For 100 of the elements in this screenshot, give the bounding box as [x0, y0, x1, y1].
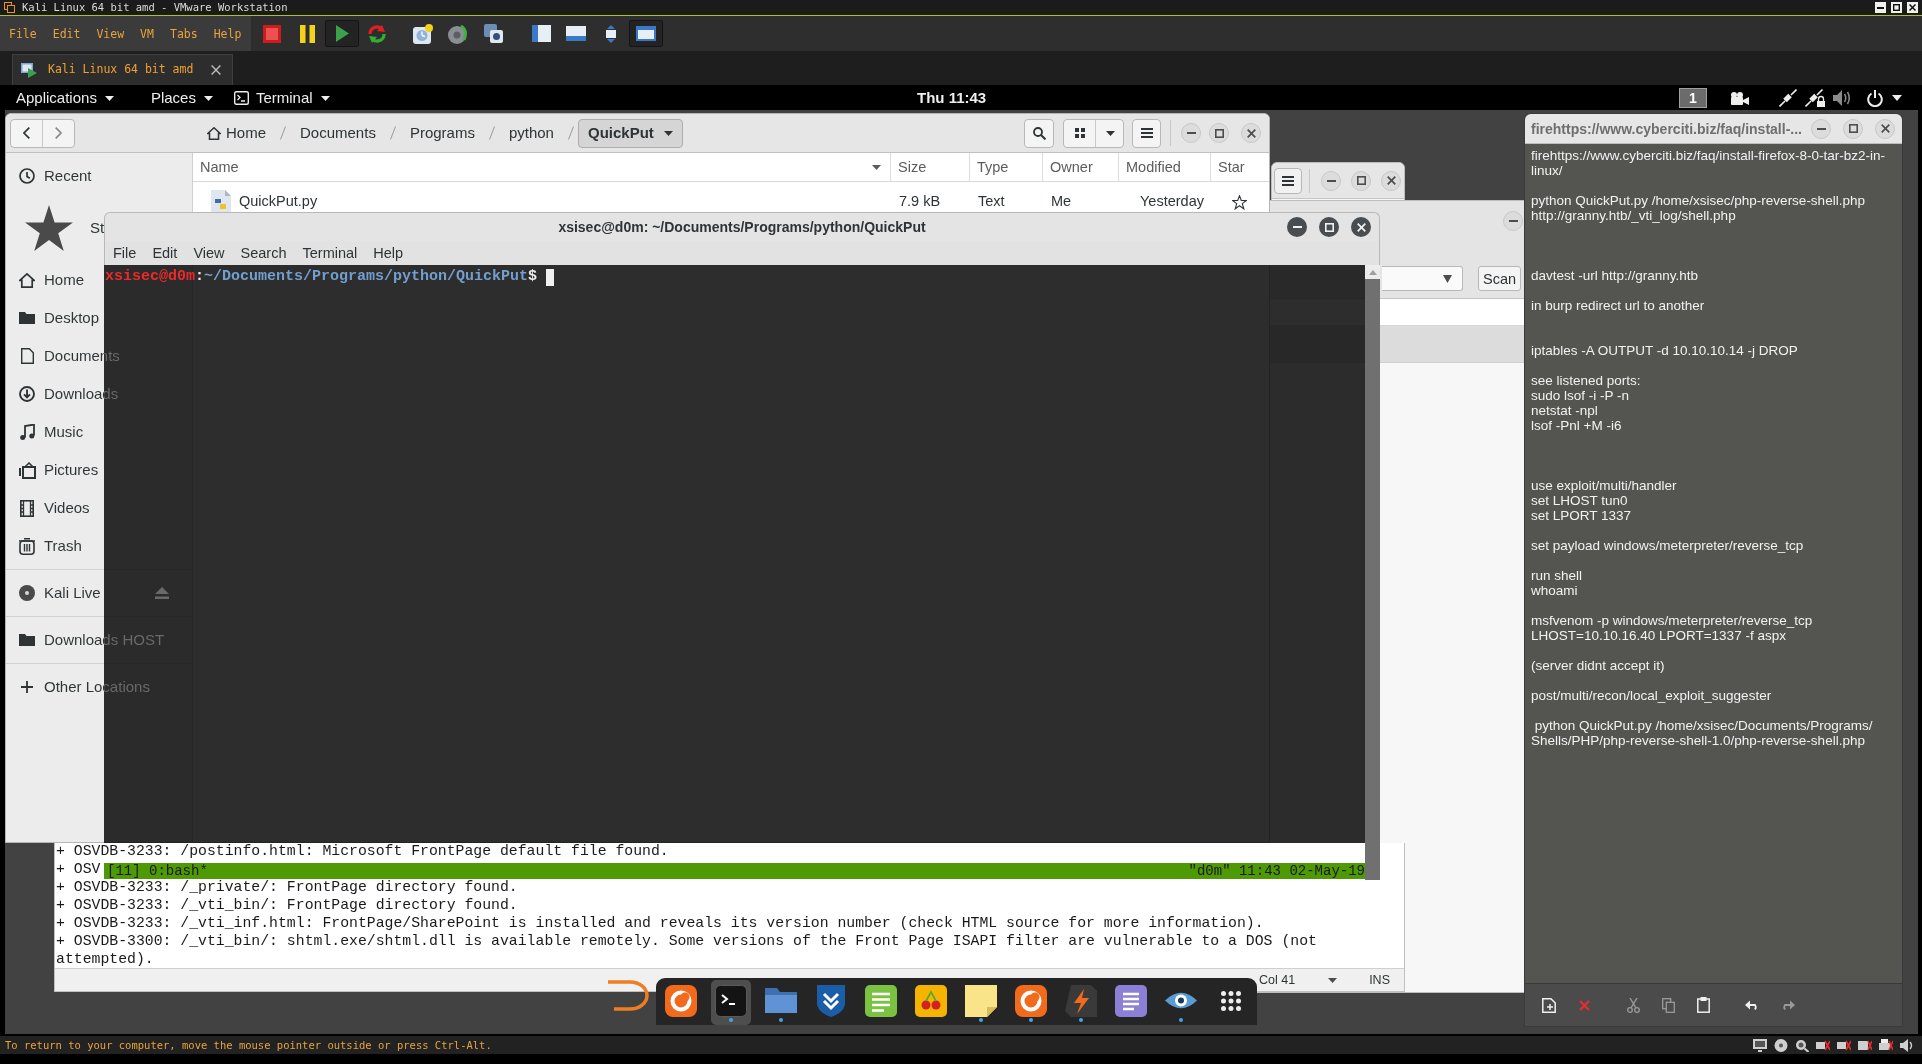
- menu-button[interactable]: [1132, 118, 1161, 148]
- monitor-icon[interactable]: [1753, 1038, 1767, 1052]
- minimize-button[interactable]: [1875, 2, 1886, 13]
- disc-icon[interactable]: [1774, 1038, 1788, 1052]
- status-text: [11] 0:bash*: [107, 863, 208, 879]
- menu-item[interactable]: Terminal: [296, 244, 364, 262]
- home-icon: [19, 272, 35, 288]
- clock-badge-icon: [413, 23, 433, 44]
- power-on-button[interactable]: [325, 20, 359, 47]
- crossed-device-icon[interactable]: [1858, 1038, 1872, 1052]
- menu-item[interactable]: File: [107, 244, 143, 262]
- clipboard-icon[interactable]: [1697, 997, 1710, 1013]
- close-button[interactable]: [1907, 2, 1918, 13]
- home-icon: [207, 126, 221, 140]
- column-header[interactable]: Size: [890, 153, 969, 182]
- menu-item[interactable]: Edit: [52, 26, 81, 41]
- path-crumb[interactable]: python: [498, 118, 564, 148]
- text-line: + OSV: [56, 862, 101, 876]
- menu-item[interactable]: Help: [367, 244, 410, 262]
- app-menu[interactable]: Terminal: [233, 86, 330, 110]
- search-button[interactable]: [1024, 118, 1054, 148]
- maximize-button[interactable]: [1891, 2, 1902, 13]
- column-header[interactable]: Type: [969, 153, 1042, 182]
- pause-icon: [299, 24, 315, 43]
- path-crumb[interactable]: Programs: [399, 118, 485, 148]
- close-button[interactable]: [1381, 170, 1401, 191]
- menu-item[interactable]: Edit: [146, 244, 184, 262]
- combo-field[interactable]: [1382, 266, 1463, 291]
- menu-item[interactable]: VM: [140, 26, 154, 41]
- minimize-button[interactable]: [1321, 170, 1341, 191]
- minimize-button[interactable]: [1811, 118, 1831, 139]
- stacked-squares-icon: [483, 24, 503, 43]
- minimize-button[interactable]: [1503, 211, 1523, 231]
- path-crumb[interactable]: QuickPut: [577, 118, 683, 148]
- star-outline-icon[interactable]: [1232, 194, 1247, 210]
- eject-icon[interactable]: [154, 587, 169, 599]
- magnifier-icon[interactable]: [1795, 1038, 1809, 1052]
- top-menu[interactable]: Places: [150, 86, 213, 110]
- clock[interactable]: Thu 11:43: [917, 89, 987, 107]
- caret-icon: [320, 95, 330, 101]
- minimize-button[interactable]: [1287, 217, 1307, 237]
- trash-icon: [19, 537, 35, 555]
- menu-item[interactable]: View: [96, 26, 125, 41]
- column-header[interactable]: Star: [1210, 153, 1269, 182]
- crossed-device-icon[interactable]: [1837, 1038, 1851, 1052]
- fullscreen-icon: [604, 24, 618, 43]
- unity-view-button[interactable]: [629, 20, 663, 47]
- speaker-icon[interactable]: [1900, 1038, 1914, 1052]
- maximize-icon: [1356, 176, 1366, 185]
- menu-button[interactable]: [1274, 167, 1302, 194]
- path-crumb[interactable]: Documents: [290, 118, 386, 148]
- music-note-icon: [19, 424, 35, 440]
- maximize-button[interactable]: [1351, 170, 1371, 191]
- scan-button[interactable]: Scan: [1478, 266, 1522, 291]
- close-icon[interactable]: [211, 65, 221, 75]
- menu-item[interactable]: File: [9, 26, 37, 41]
- table-cell-text: Me: [1050, 192, 1073, 212]
- caret-icon[interactable]: [1328, 977, 1338, 983]
- column-header[interactable]: Name: [193, 153, 890, 182]
- window-layout-icon: [636, 26, 656, 41]
- crossed-device-icon[interactable]: [1816, 1038, 1830, 1052]
- menu-item[interactable]: View: [187, 244, 231, 262]
- close-button[interactable]: [1241, 123, 1261, 143]
- monitor-play-icon: [21, 62, 37, 78]
- terminal-icon: [233, 91, 249, 105]
- path-separator: [488, 126, 495, 140]
- column-header[interactable]: Modified: [1118, 153, 1210, 182]
- workspace-indicator[interactable]: 1: [1679, 88, 1707, 108]
- minimize-button[interactable]: [1181, 123, 1201, 143]
- sidebar-item[interactable]: St: [6, 195, 104, 261]
- menu-item[interactable]: Tabs: [169, 26, 198, 41]
- top-menu[interactable]: Applications: [16, 86, 114, 110]
- plug-icon[interactable]: [1779, 89, 1797, 107]
- file-name: QuickPut.py: [239, 192, 318, 212]
- table-cell-text: Text: [977, 192, 1006, 212]
- printer-icon[interactable]: [1879, 1038, 1893, 1052]
- vm-tab[interactable]: Kali Linux 64 bit amd: [12, 54, 233, 85]
- maximize-icon: [1848, 124, 1858, 133]
- caret-icon[interactable]: [1892, 95, 1902, 101]
- undo-icon[interactable]: [1745, 1000, 1760, 1010]
- dock-item[interactable]: [711, 980, 751, 1025]
- column-header[interactable]: Owner: [1042, 153, 1118, 182]
- plug-lock-icon[interactable]: [1805, 89, 1825, 107]
- video-camera-icon[interactable]: [1729, 91, 1749, 105]
- speaker-icon[interactable]: [1833, 90, 1851, 106]
- power-icon[interactable]: [1867, 89, 1883, 107]
- maximize-button[interactable]: [1319, 217, 1339, 237]
- maximize-button[interactable]: [1209, 123, 1229, 143]
- menu-item[interactable]: Search: [234, 244, 293, 262]
- menu-item[interactable]: Help: [213, 26, 242, 41]
- search-icon: [1032, 126, 1046, 140]
- prompt-line: xsisec@d0m:~/Documents/Programs/python/QuickPut$: [105, 268, 538, 286]
- close-button[interactable]: [1875, 118, 1895, 139]
- caret-icon: [1443, 274, 1452, 283]
- maximize-button[interactable]: [1843, 118, 1863, 139]
- view-options-button[interactable]: [1063, 118, 1124, 148]
- close-button[interactable]: [1351, 217, 1371, 237]
- path-crumb[interactable]: Home: [197, 118, 276, 148]
- new-page-icon[interactable]: [1542, 997, 1556, 1013]
- curved-outline-icon: [606, 980, 650, 1011]
